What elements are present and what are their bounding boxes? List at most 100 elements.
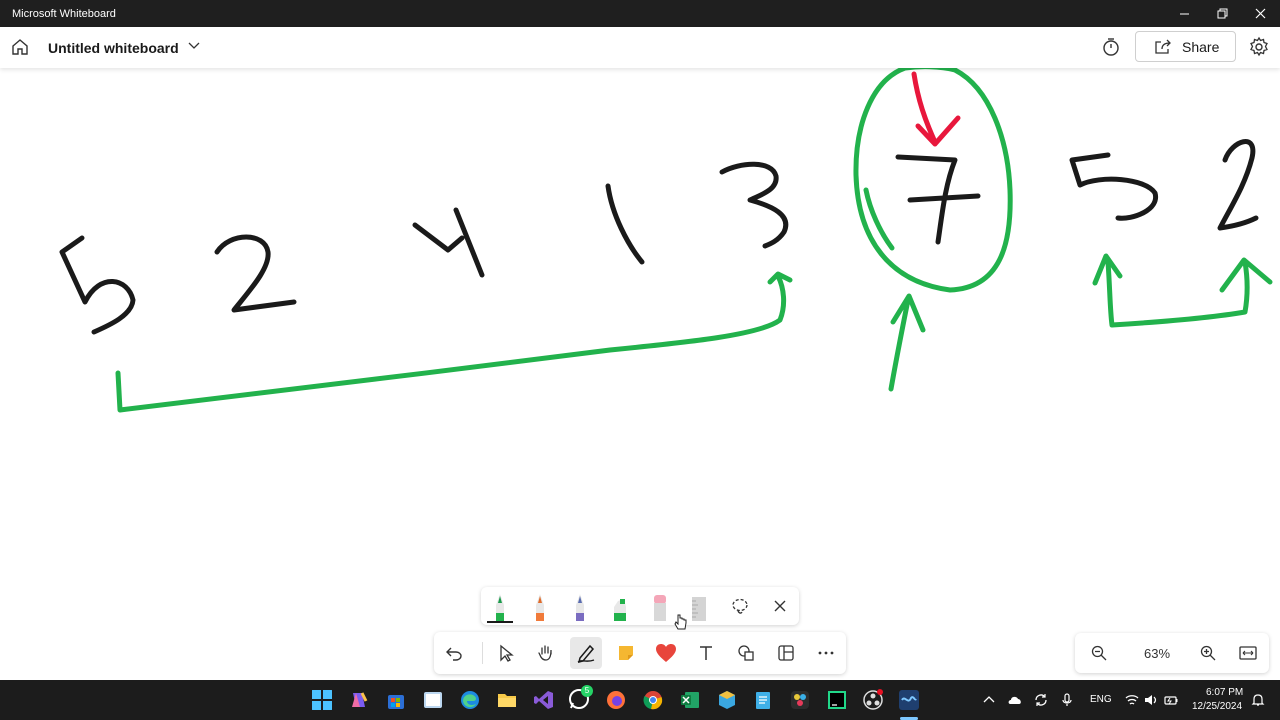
battery-icon[interactable]: [1164, 693, 1178, 707]
chevron-up-icon[interactable]: [982, 693, 996, 707]
blue-pen[interactable]: [565, 591, 595, 621]
highlighter-icon: [614, 599, 626, 621]
onedrive-icon[interactable]: [1008, 693, 1022, 707]
gear-icon[interactable]: [1248, 36, 1270, 58]
notification-bell-icon[interactable]: [1251, 693, 1265, 707]
store-icon[interactable]: [385, 689, 407, 711]
undo-button[interactable]: [438, 637, 470, 669]
ink-digit-2: [214, 234, 297, 313]
close-tray-button[interactable]: [768, 594, 792, 618]
share-label: Share: [1182, 38, 1220, 55]
whatsapp-app[interactable]: 5: [568, 685, 593, 712]
window-title: Microsoft Whiteboard: [12, 8, 116, 20]
ink-digit-1: [605, 183, 645, 265]
inking-tool[interactable]: [570, 637, 602, 669]
input-language[interactable]: ENG: [1090, 694, 1112, 705]
restore-icon: [1217, 8, 1227, 19]
hand-icon: [538, 645, 552, 661]
board-title[interactable]: Untitled whiteboard: [48, 40, 179, 56]
ink-green-bracket: [115, 271, 793, 413]
text-icon: [700, 646, 712, 660]
file-explorer-icon[interactable]: [496, 689, 518, 711]
ink-green-circle: [853, 68, 1013, 293]
zoom-out-button[interactable]: [1087, 641, 1111, 665]
close-icon: [774, 600, 786, 612]
eraser-icon: [654, 595, 666, 621]
ink-digit-2-right: [1217, 139, 1259, 231]
shapes-tool[interactable]: [730, 637, 762, 669]
firefox-icon[interactable]: [605, 689, 627, 711]
windows-start-icon[interactable]: [311, 689, 333, 711]
home-button[interactable]: [8, 35, 32, 59]
ruler[interactable]: [684, 591, 714, 621]
visual-studio-icon[interactable]: [533, 689, 555, 711]
clock-date[interactable]: 12/25/2024: [1192, 701, 1242, 712]
ink-red-arrow: [911, 71, 961, 147]
clock-time[interactable]: 6:07 PM: [1206, 687, 1243, 698]
wifi-icon[interactable]: [1125, 693, 1139, 707]
ruler-icon: [692, 597, 706, 621]
templates-icon: [778, 645, 794, 661]
edge-icon[interactable]: [459, 689, 481, 711]
text-tool[interactable]: [690, 637, 722, 669]
more-icon: [818, 651, 834, 655]
app-header: Untitled whiteboard Share: [0, 27, 1280, 68]
cube-app-icon[interactable]: [716, 689, 738, 711]
ink-digit-4: [412, 207, 485, 278]
ink-digit-5: [59, 235, 136, 335]
more-options-button[interactable]: [810, 637, 842, 669]
sticky-note-icon: [619, 646, 633, 660]
pen-icon: [577, 644, 595, 663]
zoom-level[interactable]: 63%: [1137, 646, 1177, 661]
green-pen[interactable]: [485, 591, 515, 623]
windows-taskbar: 5 ENG 6:07 PM 12/25/2024: [0, 680, 1280, 720]
chrome-icon[interactable]: [642, 689, 664, 711]
window-titlebar: Microsoft Whiteboard: [0, 0, 1280, 27]
sync-icon[interactable]: [1034, 693, 1048, 707]
chevron-down-icon[interactable]: [187, 39, 201, 53]
obs-icon[interactable]: [862, 689, 884, 711]
green-highlighter[interactable]: [605, 591, 635, 621]
excel-icon[interactable]: [679, 689, 701, 711]
whatsapp-badge: 5: [581, 685, 593, 697]
share-button[interactable]: Share: [1135, 31, 1236, 62]
close-window-button[interactable]: [1241, 0, 1279, 27]
sticky-note-tool[interactable]: [610, 637, 642, 669]
templates-tool[interactable]: [770, 637, 802, 669]
reactions-tool[interactable]: [650, 637, 682, 669]
whiteboard-app-icon[interactable]: [422, 689, 444, 711]
ink-tray: [481, 587, 799, 625]
whiteboard-active-icon[interactable]: [898, 689, 920, 711]
lasso-select-button[interactable]: [728, 594, 752, 618]
fit-to-screen-button[interactable]: [1236, 641, 1260, 665]
orange-pen[interactable]: [525, 591, 555, 621]
restore-button[interactable]: [1203, 0, 1241, 27]
zoom-in-icon: [1200, 645, 1216, 661]
home-icon: [12, 39, 28, 55]
share-icon: [1155, 39, 1171, 54]
minimize-button[interactable]: [1165, 0, 1203, 27]
davinci-resolve-icon[interactable]: [789, 689, 811, 711]
microphone-icon[interactable]: [1060, 693, 1074, 707]
hand-cursor-icon: [674, 614, 687, 630]
main-toolbar: [434, 632, 846, 674]
pan-tool[interactable]: [530, 637, 562, 669]
fit-screen-icon: [1239, 646, 1257, 660]
clion-icon[interactable]: [826, 689, 848, 711]
close-icon: [1255, 8, 1265, 19]
green-pen-icon: [496, 594, 504, 621]
minimize-icon: [1179, 13, 1189, 15]
undo-icon: [446, 647, 462, 661]
ink-green-arrow-up: [888, 293, 926, 392]
copilot-icon[interactable]: [348, 689, 370, 711]
select-tool[interactable]: [490, 637, 522, 669]
volume-icon[interactable]: [1144, 693, 1158, 707]
heart-icon: [656, 644, 676, 662]
eraser[interactable]: [645, 591, 675, 621]
notepad-icon[interactable]: [752, 689, 774, 711]
zoom-in-button[interactable]: [1196, 641, 1220, 665]
timer-icon[interactable]: [1100, 36, 1122, 58]
orange-pen-icon: [536, 594, 544, 621]
ink-green-bracket-right: [1092, 253, 1273, 328]
ink-digit-3: [719, 161, 789, 249]
